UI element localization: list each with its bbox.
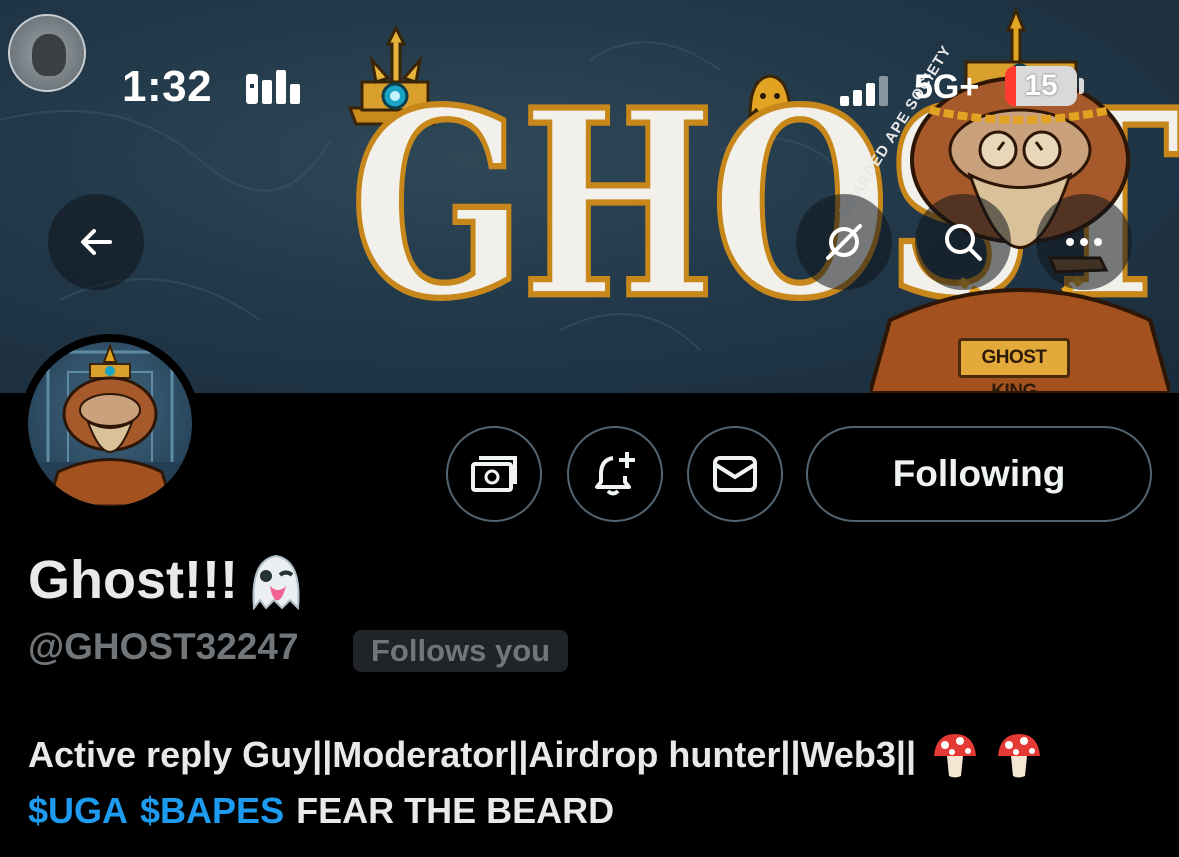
ghost-emoji-icon	[252, 554, 300, 610]
display-name: Ghost!!!	[28, 549, 308, 611]
cashtag-bapes[interactable]: $BAPES	[140, 783, 284, 839]
profile-bio: Active reply Guy||Moderator||Airdrop hun…	[28, 727, 1168, 839]
following-button[interactable]: Following	[806, 426, 1152, 522]
cell-signal-icon	[840, 76, 888, 106]
back-button[interactable]	[48, 194, 144, 290]
money-icon	[471, 456, 517, 492]
avatar-image	[28, 343, 192, 506]
battery-icon: 15	[1005, 66, 1077, 106]
message-button[interactable]	[687, 426, 783, 522]
bio-text: Active reply Guy||Moderator||Airdrop hun…	[28, 734, 917, 775]
cashtag-uga[interactable]: $UGA	[28, 783, 128, 839]
battery-percent: 15	[1024, 69, 1058, 102]
notifications-button[interactable]	[567, 426, 663, 522]
search-icon	[945, 224, 982, 261]
mushroom-emoji-icon	[998, 734, 1041, 778]
status-time: 1:32	[122, 62, 213, 111]
profile-banner[interactable]: GHOST BEARDED APE SOCIETY GHOST KING 1:3…	[0, 0, 1179, 393]
bio-line-1: Active reply Guy||Moderator||Airdrop hun…	[28, 727, 1168, 783]
arrow-left-icon	[81, 229, 112, 255]
display-name-text: Ghost!!!	[28, 550, 238, 610]
mushroom-emoji-icon	[934, 734, 977, 778]
society-badge	[8, 14, 86, 92]
grok-button[interactable]	[796, 194, 892, 290]
battery-cap	[1079, 78, 1084, 94]
ghost-king-tag: GHOST KING	[958, 338, 1070, 393]
search-button[interactable]	[915, 194, 1011, 290]
more-horizontal-icon	[1066, 238, 1102, 246]
user-handle: @GHOST32247	[28, 626, 299, 667]
more-button[interactable]	[1036, 194, 1132, 290]
grok-icon	[826, 224, 862, 260]
ape-artwork	[870, 5, 1170, 393]
ghost-logo: GHOST	[330, 20, 1179, 360]
profile-avatar[interactable]	[20, 334, 200, 514]
envelope-icon	[713, 456, 757, 492]
tip-button[interactable]	[446, 426, 542, 522]
bio-line-2: $UGA $BAPES FEAR THE BEARD	[28, 783, 1168, 839]
follows-you-badge: Follows you	[353, 630, 569, 672]
network-type: 5G+	[914, 68, 980, 106]
status-activity-icon	[246, 70, 300, 104]
bio-tagline: FEAR THE BEARD	[296, 790, 615, 831]
bell-plus-icon	[595, 452, 635, 496]
